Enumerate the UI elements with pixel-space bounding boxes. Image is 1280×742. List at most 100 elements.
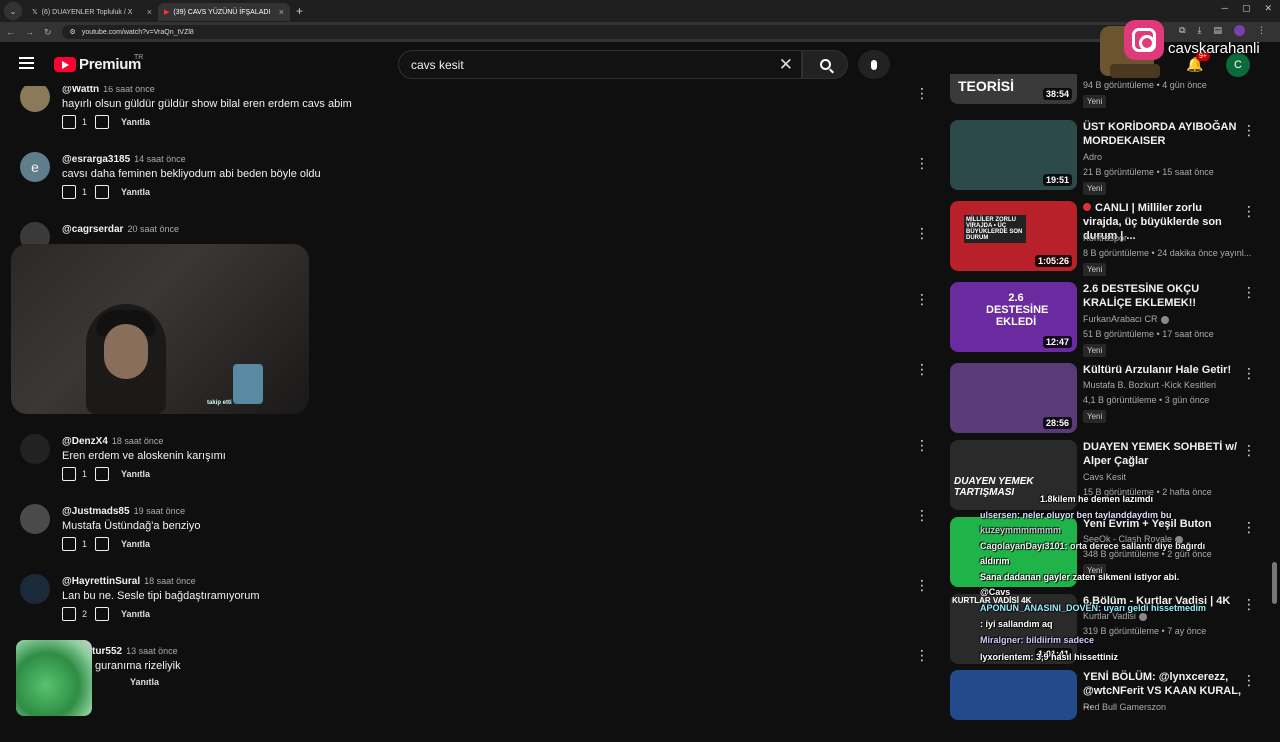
channel-name[interactable]: Kontraspor bbox=[1083, 233, 1127, 243]
maximize-icon[interactable]: ▢ bbox=[1242, 3, 1251, 14]
tab-search-button[interactable]: ⌄ bbox=[4, 2, 22, 20]
site-info-icon[interactable]: ⚙ bbox=[70, 28, 76, 36]
video-title[interactable]: ÜST KORİDORDA AYIBOĞAN MORDEKAISER bbox=[1083, 120, 1243, 148]
comment-text: Lan bu ne. Sesle tipi bağdaştıramıyorum bbox=[62, 590, 260, 602]
reload-icon[interactable]: ↻ bbox=[44, 27, 52, 38]
like-icon[interactable] bbox=[62, 185, 76, 199]
comment-actions: 1 Yanıtla bbox=[62, 115, 150, 129]
chat-message: @Cavs bbox=[980, 587, 1011, 597]
comment-menu-icon[interactable]: ⋮ bbox=[915, 292, 929, 306]
tab-label: (6) DUAYENLER Topluluk / X bbox=[41, 8, 133, 16]
comment-menu-icon[interactable]: ⋮ bbox=[915, 578, 929, 592]
voice-search-button[interactable] bbox=[858, 50, 890, 79]
comment-author[interactable]: @Wattn 16 saat önce bbox=[62, 86, 155, 95]
minimize-icon[interactable]: ─ bbox=[1222, 3, 1228, 14]
video-menu-icon[interactable]: ⋮ bbox=[1242, 442, 1256, 459]
comment-text: cavsı daha feminen bekliyodum abi beden … bbox=[62, 168, 321, 180]
avatar[interactable] bbox=[20, 504, 50, 534]
search-input[interactable]: cavs kesit ✕ bbox=[398, 50, 802, 79]
video-menu-icon[interactable]: ⋮ bbox=[1242, 672, 1256, 689]
video-thumbnail[interactable]: 19:51 bbox=[950, 120, 1077, 190]
streamer-figure bbox=[86, 304, 166, 414]
close-window-icon[interactable]: ✕ bbox=[1264, 3, 1272, 14]
related-video[interactable]: 28:56 Kültürü Arzulanır Hale Getir! Must… bbox=[950, 363, 1270, 435]
reply-button[interactable]: Yanıtla bbox=[121, 539, 150, 549]
avatar[interactable] bbox=[20, 574, 50, 604]
close-tab-icon[interactable]: × bbox=[147, 7, 152, 17]
dislike-icon[interactable] bbox=[95, 185, 110, 199]
video-thumbnail[interactable]: MİLLİLER ZORLU VİRAJDA • ÜÇ BÜYÜKLERDE S… bbox=[950, 201, 1077, 271]
chat-message: kuzeymmmmmmm bbox=[980, 525, 1062, 535]
comment-menu-icon[interactable]: ⋮ bbox=[915, 156, 929, 170]
channel-name[interactable]: Adro bbox=[1083, 152, 1102, 162]
avatar[interactable] bbox=[20, 434, 50, 464]
reply-button[interactable]: Yanıtla bbox=[121, 609, 150, 619]
comment-author[interactable]: @Justmads85 19 saat önce bbox=[62, 506, 185, 517]
clear-search-icon[interactable]: ✕ bbox=[779, 55, 793, 75]
related-video[interactable]: MİLLİLER ZORLU VİRAJDA • ÜÇ BÜYÜKLERDE S… bbox=[950, 201, 1270, 276]
video-title[interactable]: Kültürü Arzulanır Hale Getir! bbox=[1083, 363, 1243, 377]
comment-menu-icon[interactable]: ⋮ bbox=[915, 508, 929, 522]
video-title[interactable]: DUAYEN YEMEK SOHBETİ w/ Alper Çağlar bbox=[1083, 440, 1243, 468]
back-icon[interactable]: ← bbox=[6, 27, 15, 37]
new-tab-icon[interactable]: + bbox=[296, 4, 303, 18]
new-badge: Yeni bbox=[1083, 344, 1107, 357]
channel-name[interactable]: Mustafa B. Bozkurt -Kick Kesitleri bbox=[1083, 380, 1216, 390]
region-code: TR bbox=[134, 54, 144, 61]
close-tab-icon[interactable]: × bbox=[279, 7, 284, 17]
search-button[interactable] bbox=[802, 50, 848, 79]
avatar[interactable] bbox=[20, 86, 50, 112]
video-menu-icon[interactable]: ⋮ bbox=[1242, 365, 1256, 382]
video-thumbnail[interactable]: 28:56 bbox=[950, 363, 1077, 433]
comment-menu-icon[interactable]: ⋮ bbox=[915, 226, 929, 240]
comment-actions: 1 Yanıtla bbox=[62, 537, 150, 551]
jar-overlay-graphic bbox=[16, 640, 92, 716]
scrollbar[interactable] bbox=[1272, 562, 1277, 604]
comment-author[interactable]: @HayrettinSural 18 saat önce bbox=[62, 576, 196, 587]
youtube-play-icon bbox=[54, 57, 76, 72]
channel-name[interactable]: Red Bull Gamerszon bbox=[1083, 702, 1166, 712]
related-video[interactable]: YENİ BÖLÜM: @lynxcerezz, @wtcNFerit VS K… bbox=[950, 670, 1270, 742]
video-title[interactable]: 2.6 DESTESİNE OKÇU KRALİÇE EKLEMEK!! bbox=[1083, 282, 1243, 310]
browser-tab-youtube[interactable]: ▶ (39) CAVS YÜZÜNÜ İFŞALADI × bbox=[158, 3, 290, 21]
comment-menu-icon[interactable]: ⋮ bbox=[915, 362, 929, 376]
comment-actions: 1 Yanıtla bbox=[62, 185, 150, 199]
comment-author[interactable]: @DenzX4 18 saat önce bbox=[62, 436, 163, 447]
video-thumbnail[interactable]: TEORİSİ 38:54 bbox=[950, 74, 1077, 104]
reply-button[interactable]: Yanıtla bbox=[121, 469, 150, 479]
menu-hamburger-icon[interactable] bbox=[19, 57, 34, 69]
like-icon[interactable] bbox=[62, 467, 76, 481]
browser-tab-x[interactable]: 𝕏 (6) DUAYENLER Topluluk / X × bbox=[26, 3, 158, 21]
like-icon[interactable] bbox=[62, 115, 76, 129]
like-icon[interactable] bbox=[62, 537, 76, 551]
video-menu-icon[interactable]: ⋮ bbox=[1242, 122, 1256, 139]
related-video[interactable]: 19:51 ÜST KORİDORDA AYIBOĞAN MORDEKAISER… bbox=[950, 120, 1270, 195]
channel-name[interactable]: Cavs Kesit bbox=[1083, 472, 1126, 482]
video-menu-icon[interactable]: ⋮ bbox=[1242, 203, 1256, 220]
avatar[interactable]: e bbox=[20, 152, 50, 182]
forward-icon[interactable]: → bbox=[25, 27, 34, 37]
video-thumbnail[interactable]: 2.6 DESTESİNE EKLEDİ 12:47 bbox=[950, 282, 1077, 352]
reply-button[interactable]: Yanıtla bbox=[121, 187, 150, 197]
dislike-icon[interactable] bbox=[95, 115, 110, 129]
video-meta: 94 B görüntüleme • 4 gün önce bbox=[1083, 80, 1207, 90]
comment-menu-icon[interactable]: ⋮ bbox=[915, 438, 929, 452]
dislike-icon[interactable] bbox=[95, 607, 110, 621]
video-menu-icon[interactable]: ⋮ bbox=[1242, 284, 1256, 301]
follow-alert: takip etti bbox=[207, 400, 232, 406]
reply-button[interactable]: Yanıtla bbox=[121, 117, 150, 127]
url-field[interactable]: ⚙ youtube.com/watch?v=VraQn_tVZl8 bbox=[61, 25, 1142, 39]
dislike-icon[interactable] bbox=[95, 537, 110, 551]
youtube-premium-logo[interactable]: Premium TR bbox=[54, 54, 144, 73]
comment-menu-icon[interactable]: ⋮ bbox=[915, 86, 929, 100]
related-video[interactable]: 2.6 DESTESİNE EKLEDİ 12:47 2.6 DESTESİNE… bbox=[950, 282, 1270, 357]
dislike-icon[interactable] bbox=[95, 467, 110, 481]
comment-author[interactable]: @esrarga3185 14 saat önce bbox=[62, 154, 186, 165]
comment-menu-icon[interactable]: ⋮ bbox=[915, 648, 929, 662]
video-thumbnail[interactable] bbox=[950, 670, 1077, 720]
channel-name[interactable]: FurkanArabacı CR bbox=[1083, 314, 1169, 324]
url-text: youtube.com/watch?v=VraQn_tVZl8 bbox=[81, 28, 194, 36]
comment-author[interactable]: @cagrserdar 20 saat önce bbox=[62, 224, 179, 235]
like-icon[interactable] bbox=[62, 607, 76, 621]
reply-button[interactable]: Yanıtla bbox=[130, 677, 159, 687]
